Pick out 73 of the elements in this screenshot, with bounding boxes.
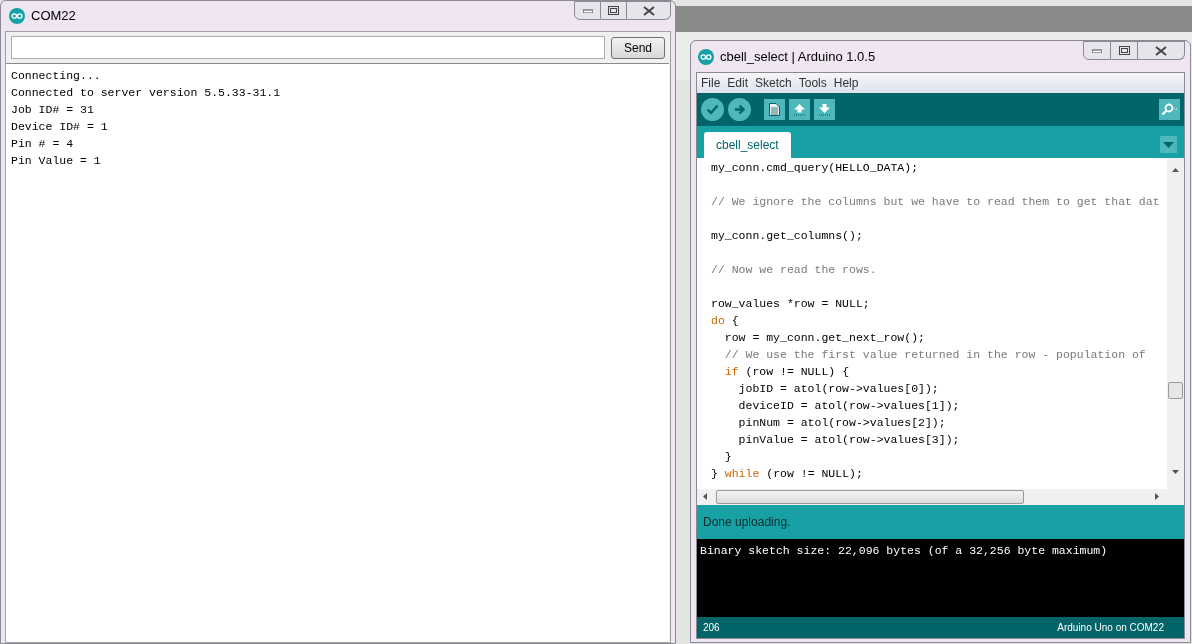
output-line: Pin # = 4 <box>11 136 75 152</box>
close-icon <box>1155 45 1167 56</box>
menu-item[interactable]: File <box>701 74 721 92</box>
output-line: Pin Value = 1 <box>11 153 102 169</box>
close-button[interactable] <box>1138 41 1185 60</box>
maximize-icon <box>608 6 619 15</box>
vertical-scrollbar[interactable] <box>1167 158 1184 489</box>
window-title: COM22 <box>31 7 76 26</box>
right-arrow-icon <box>733 104 746 115</box>
send-button[interactable]: Send <box>611 36 665 59</box>
code-text: pinNum = atol(row->values[2]); <box>737 415 946 431</box>
code-text: (row != NULL) { <box>744 364 850 380</box>
code-comment: // We ignore the columns but we have to read them to get that dat <box>711 194 1160 210</box>
scrollbar-thumb[interactable] <box>716 490 1024 504</box>
scroll-left-icon[interactable] <box>703 493 707 500</box>
scroll-down-icon[interactable] <box>1172 470 1179 474</box>
console-line: Binary sketch size: 22,096 bytes (of a 32,256 byte maximum) <box>700 543 1109 558</box>
minimize-icon <box>582 8 593 13</box>
app-logo-icon <box>9 8 25 24</box>
window-title: cbell_select | Arduino 1.0.5 <box>720 47 876 66</box>
scroll-right-icon[interactable] <box>1155 493 1159 500</box>
status-message: Done uploading. <box>703 514 791 531</box>
checkmark-icon <box>706 104 719 115</box>
save-button[interactable] <box>814 99 835 120</box>
close-icon <box>642 5 655 16</box>
code-text: (row != NULL); <box>765 466 863 482</box>
code-text: } <box>711 466 719 482</box>
maximize-button[interactable] <box>601 1 627 20</box>
message-input-field[interactable] <box>11 36 605 59</box>
horizontal-scrollbar[interactable] <box>697 489 1184 505</box>
maximize-icon <box>1118 46 1130 55</box>
verify-button[interactable] <box>701 98 724 121</box>
code-comment: // Now we read the rows. <box>711 262 877 278</box>
board-port-label: Arduino Uno on COM22 <box>1057 621 1164 635</box>
code-text: deviceID = atol(row->values[1]); <box>737 398 960 414</box>
document-icon <box>769 103 780 116</box>
code-text: } <box>723 449 732 465</box>
menu-item[interactable]: Edit <box>727 74 749 92</box>
code-comment: // We use the first value returned in the row - population of <box>723 347 1146 363</box>
code-text: my_conn.cmd_query(HELLO_DATA); <box>711 160 919 176</box>
code-keyword: while <box>724 466 760 482</box>
line-number: 206 <box>703 621 720 635</box>
scroll-up-icon[interactable] <box>1172 168 1179 172</box>
tab-menu-button[interactable] <box>1160 136 1177 153</box>
code-keyword: do <box>711 313 725 329</box>
output-line: Connected to server version 5.5.33-31.1 <box>11 85 282 101</box>
sketch-tab[interactable]: cbell_select <box>704 132 791 158</box>
menu-item[interactable]: Sketch <box>755 74 792 92</box>
code-keyword: if <box>723 364 739 380</box>
code-text: { <box>730 313 739 329</box>
code-text: jobID = atol(row->values[0]); <box>737 381 939 397</box>
scrollbar-thumb[interactable] <box>1168 382 1183 399</box>
maximize-button[interactable] <box>1111 41 1138 60</box>
dropdown-icon <box>1163 141 1174 148</box>
output-line: Job ID# = 31 <box>11 102 95 118</box>
code-text: row = my_conn.get_next_row(); <box>723 330 925 346</box>
menu-item[interactable]: Tools <box>798 74 827 92</box>
code-text: pinValue = atol(row->values[3]); <box>737 432 960 448</box>
magnifier-icon <box>1161 103 1178 116</box>
app-logo-icon <box>698 48 714 65</box>
minimize-icon <box>1092 48 1102 53</box>
output-line: Device ID# = 1 <box>11 119 109 135</box>
serial-monitor-button[interactable] <box>1159 99 1180 120</box>
down-arrow-icon <box>818 103 831 116</box>
code-text: row_values *row = NULL; <box>711 296 870 312</box>
close-button[interactable] <box>627 1 671 20</box>
up-arrow-icon <box>793 103 806 116</box>
open-button[interactable] <box>789 99 810 120</box>
new-sketch-button[interactable] <box>764 99 785 120</box>
output-line: Connecting... <box>11 68 102 84</box>
upload-button[interactable] <box>728 98 751 121</box>
menu-item[interactable]: Help <box>833 74 859 92</box>
code-text: my_conn.get_columns(); <box>711 228 863 244</box>
